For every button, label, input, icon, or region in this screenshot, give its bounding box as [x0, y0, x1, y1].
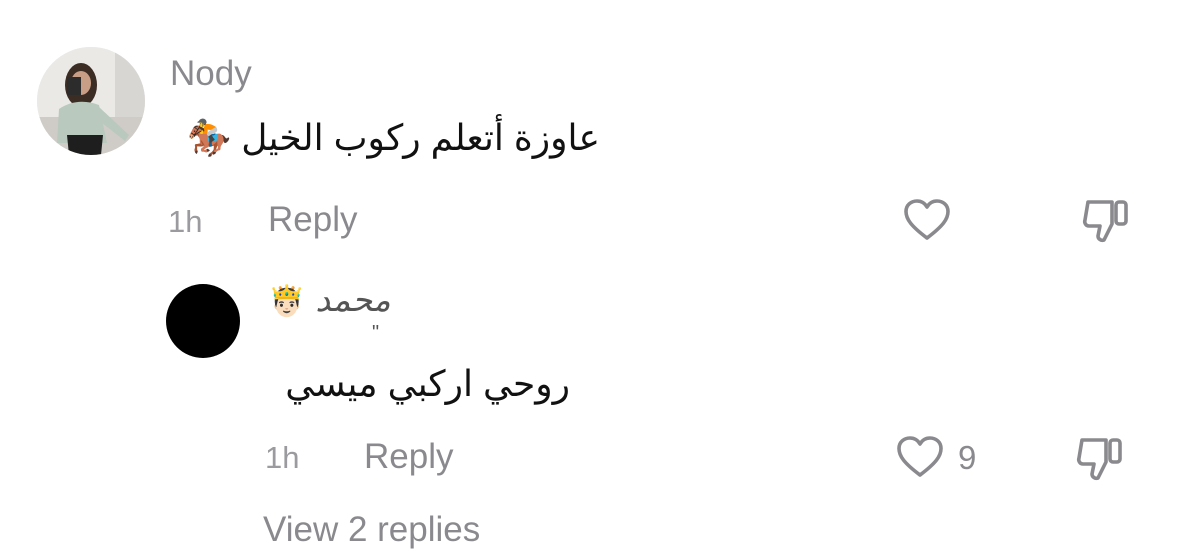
- username-text: محمد: [315, 280, 391, 319]
- comment-text: عاوزة أتعلم ركوب الخيل 🏇: [186, 117, 600, 158]
- heart-icon[interactable]: [895, 433, 945, 483]
- comment-username[interactable]: Nody: [170, 52, 252, 96]
- avatar[interactable]: [37, 47, 145, 155]
- thumbs-down-icon[interactable]: [1078, 192, 1134, 248]
- prince-emoji: 🤴🏻: [268, 285, 306, 318]
- reply-button[interactable]: Reply: [268, 198, 357, 242]
- comment-timestamp: 1h: [265, 440, 300, 475]
- like-count: 9: [958, 439, 977, 476]
- username-mark: ": [372, 322, 380, 344]
- comment-text: روحي اركبي ميسي: [285, 363, 570, 404]
- heart-icon[interactable]: [902, 196, 952, 246]
- avatar[interactable]: [166, 284, 240, 358]
- comment-timestamp: 1h: [168, 204, 203, 239]
- view-replies-button[interactable]: View 2 replies: [263, 508, 480, 552]
- thumbs-down-icon[interactable]: [1072, 430, 1128, 486]
- comment-username[interactable]: 🤴🏻 محمد: [268, 280, 391, 322]
- reply-button[interactable]: Reply: [364, 435, 453, 479]
